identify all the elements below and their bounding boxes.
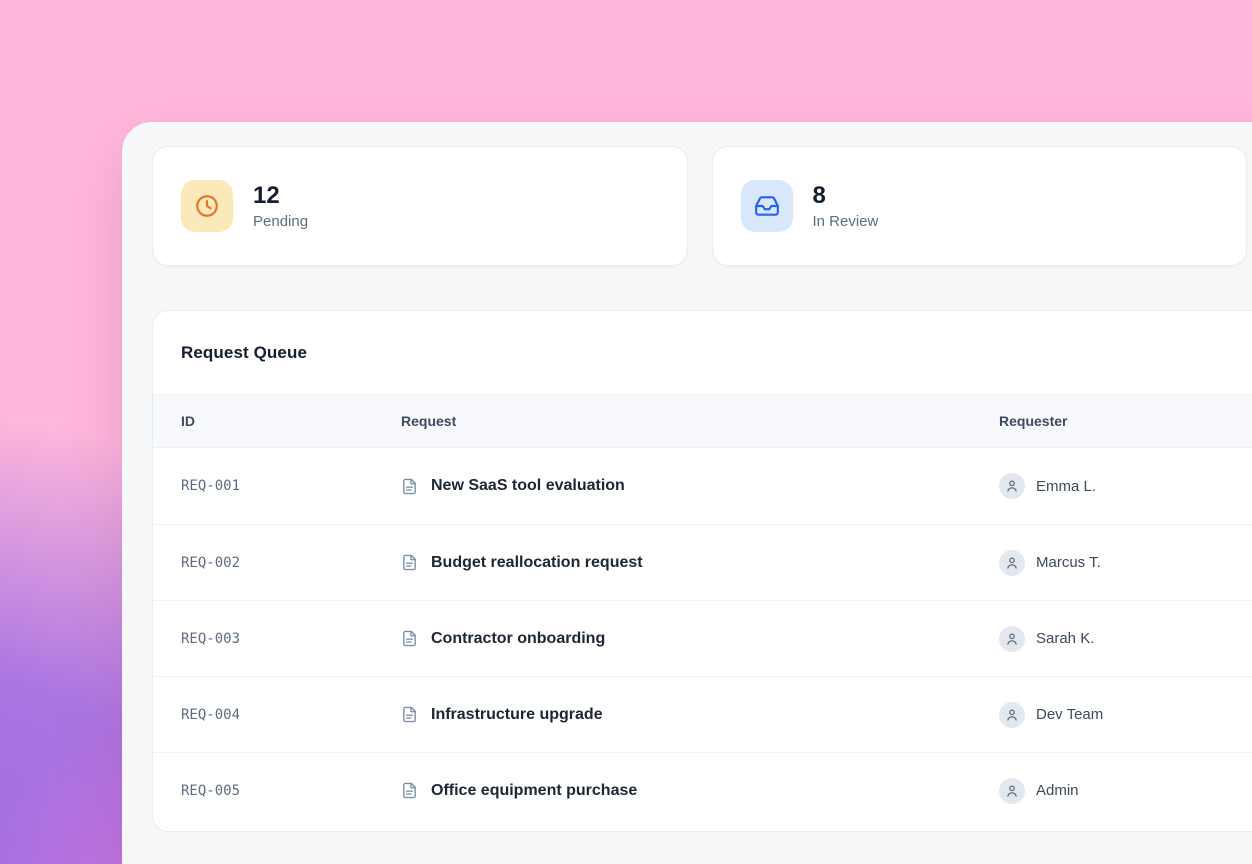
table-body: REQ-001 New SaaS tool evaluation [153, 448, 1252, 828]
requester-name: Sarah K. [1036, 630, 1094, 647]
file-text-icon [401, 554, 418, 571]
column-header-request: Request [401, 413, 999, 429]
pending-label: Pending [253, 213, 308, 230]
request-queue-title: Request Queue [153, 311, 1252, 394]
requester-name: Marcus T. [1036, 554, 1101, 571]
request-title: Office equipment purchase [431, 782, 637, 800]
table-row[interactable]: REQ-005 Office equipment purchase [153, 752, 1252, 828]
requester-name: Dev Team [1036, 706, 1103, 723]
table-row[interactable]: REQ-002 Budget reallocation reque [153, 524, 1252, 600]
clock-icon [181, 180, 233, 232]
in-review-label: In Review [813, 213, 879, 230]
file-text-icon [401, 782, 418, 799]
file-text-icon [401, 630, 418, 647]
request-cell: Contractor onboarding [401, 630, 999, 648]
request-id: REQ-004 [181, 707, 401, 723]
user-avatar-icon [999, 473, 1025, 499]
requester-cell: Marcus T. [999, 550, 1252, 576]
stat-text-pending: 12 Pending [253, 182, 308, 230]
request-id: REQ-005 [181, 783, 401, 799]
requester-cell: Dev Team [999, 702, 1252, 728]
in-review-count: 8 [813, 182, 879, 210]
table-row[interactable]: REQ-001 New SaaS tool evaluation [153, 448, 1252, 524]
requester-cell: Admin [999, 778, 1252, 804]
stat-text-in-review: 8 In Review [813, 182, 879, 230]
stat-card-in-review: 8 In Review [712, 146, 1248, 266]
stat-card-pending: 12 Pending [152, 146, 688, 266]
user-avatar-icon [999, 550, 1025, 576]
user-avatar-icon [999, 626, 1025, 652]
requester-cell: Emma L. [999, 473, 1252, 499]
screen-background: 12 Pending 8 In Review Request Queue [0, 0, 1252, 864]
request-queue-card: Request Queue ID Request Requester REQ-0… [152, 310, 1252, 832]
request-title: New SaaS tool evaluation [431, 477, 625, 495]
requester-cell: Sarah K. [999, 626, 1252, 652]
file-text-icon [401, 706, 418, 723]
dashboard-panel: 12 Pending 8 In Review Request Queue [122, 122, 1252, 864]
stats-row: 12 Pending 8 In Review [152, 146, 1247, 266]
table-row[interactable]: REQ-004 Infrastructure upgrade [153, 676, 1252, 752]
request-cell: Budget reallocation request [401, 554, 999, 572]
file-text-icon [401, 478, 418, 495]
user-avatar-icon [999, 702, 1025, 728]
request-id: REQ-003 [181, 631, 401, 647]
request-cell: Office equipment purchase [401, 782, 999, 800]
column-header-id: ID [181, 413, 401, 429]
user-avatar-icon [999, 778, 1025, 804]
request-cell: New SaaS tool evaluation [401, 477, 999, 495]
table-row[interactable]: REQ-003 Contractor onboarding [153, 600, 1252, 676]
column-header-requester: Requester [999, 413, 1252, 429]
request-cell: Infrastructure upgrade [401, 706, 999, 724]
requester-name: Admin [1036, 782, 1079, 799]
request-id: REQ-002 [181, 555, 401, 571]
requester-name: Emma L. [1036, 478, 1096, 495]
request-id: REQ-001 [181, 478, 401, 494]
request-title: Budget reallocation request [431, 554, 643, 572]
inbox-icon [741, 180, 793, 232]
request-title: Contractor onboarding [431, 630, 605, 648]
pending-count: 12 [253, 182, 308, 210]
table-header-row: ID Request Requester [153, 394, 1252, 448]
request-title: Infrastructure upgrade [431, 706, 603, 724]
